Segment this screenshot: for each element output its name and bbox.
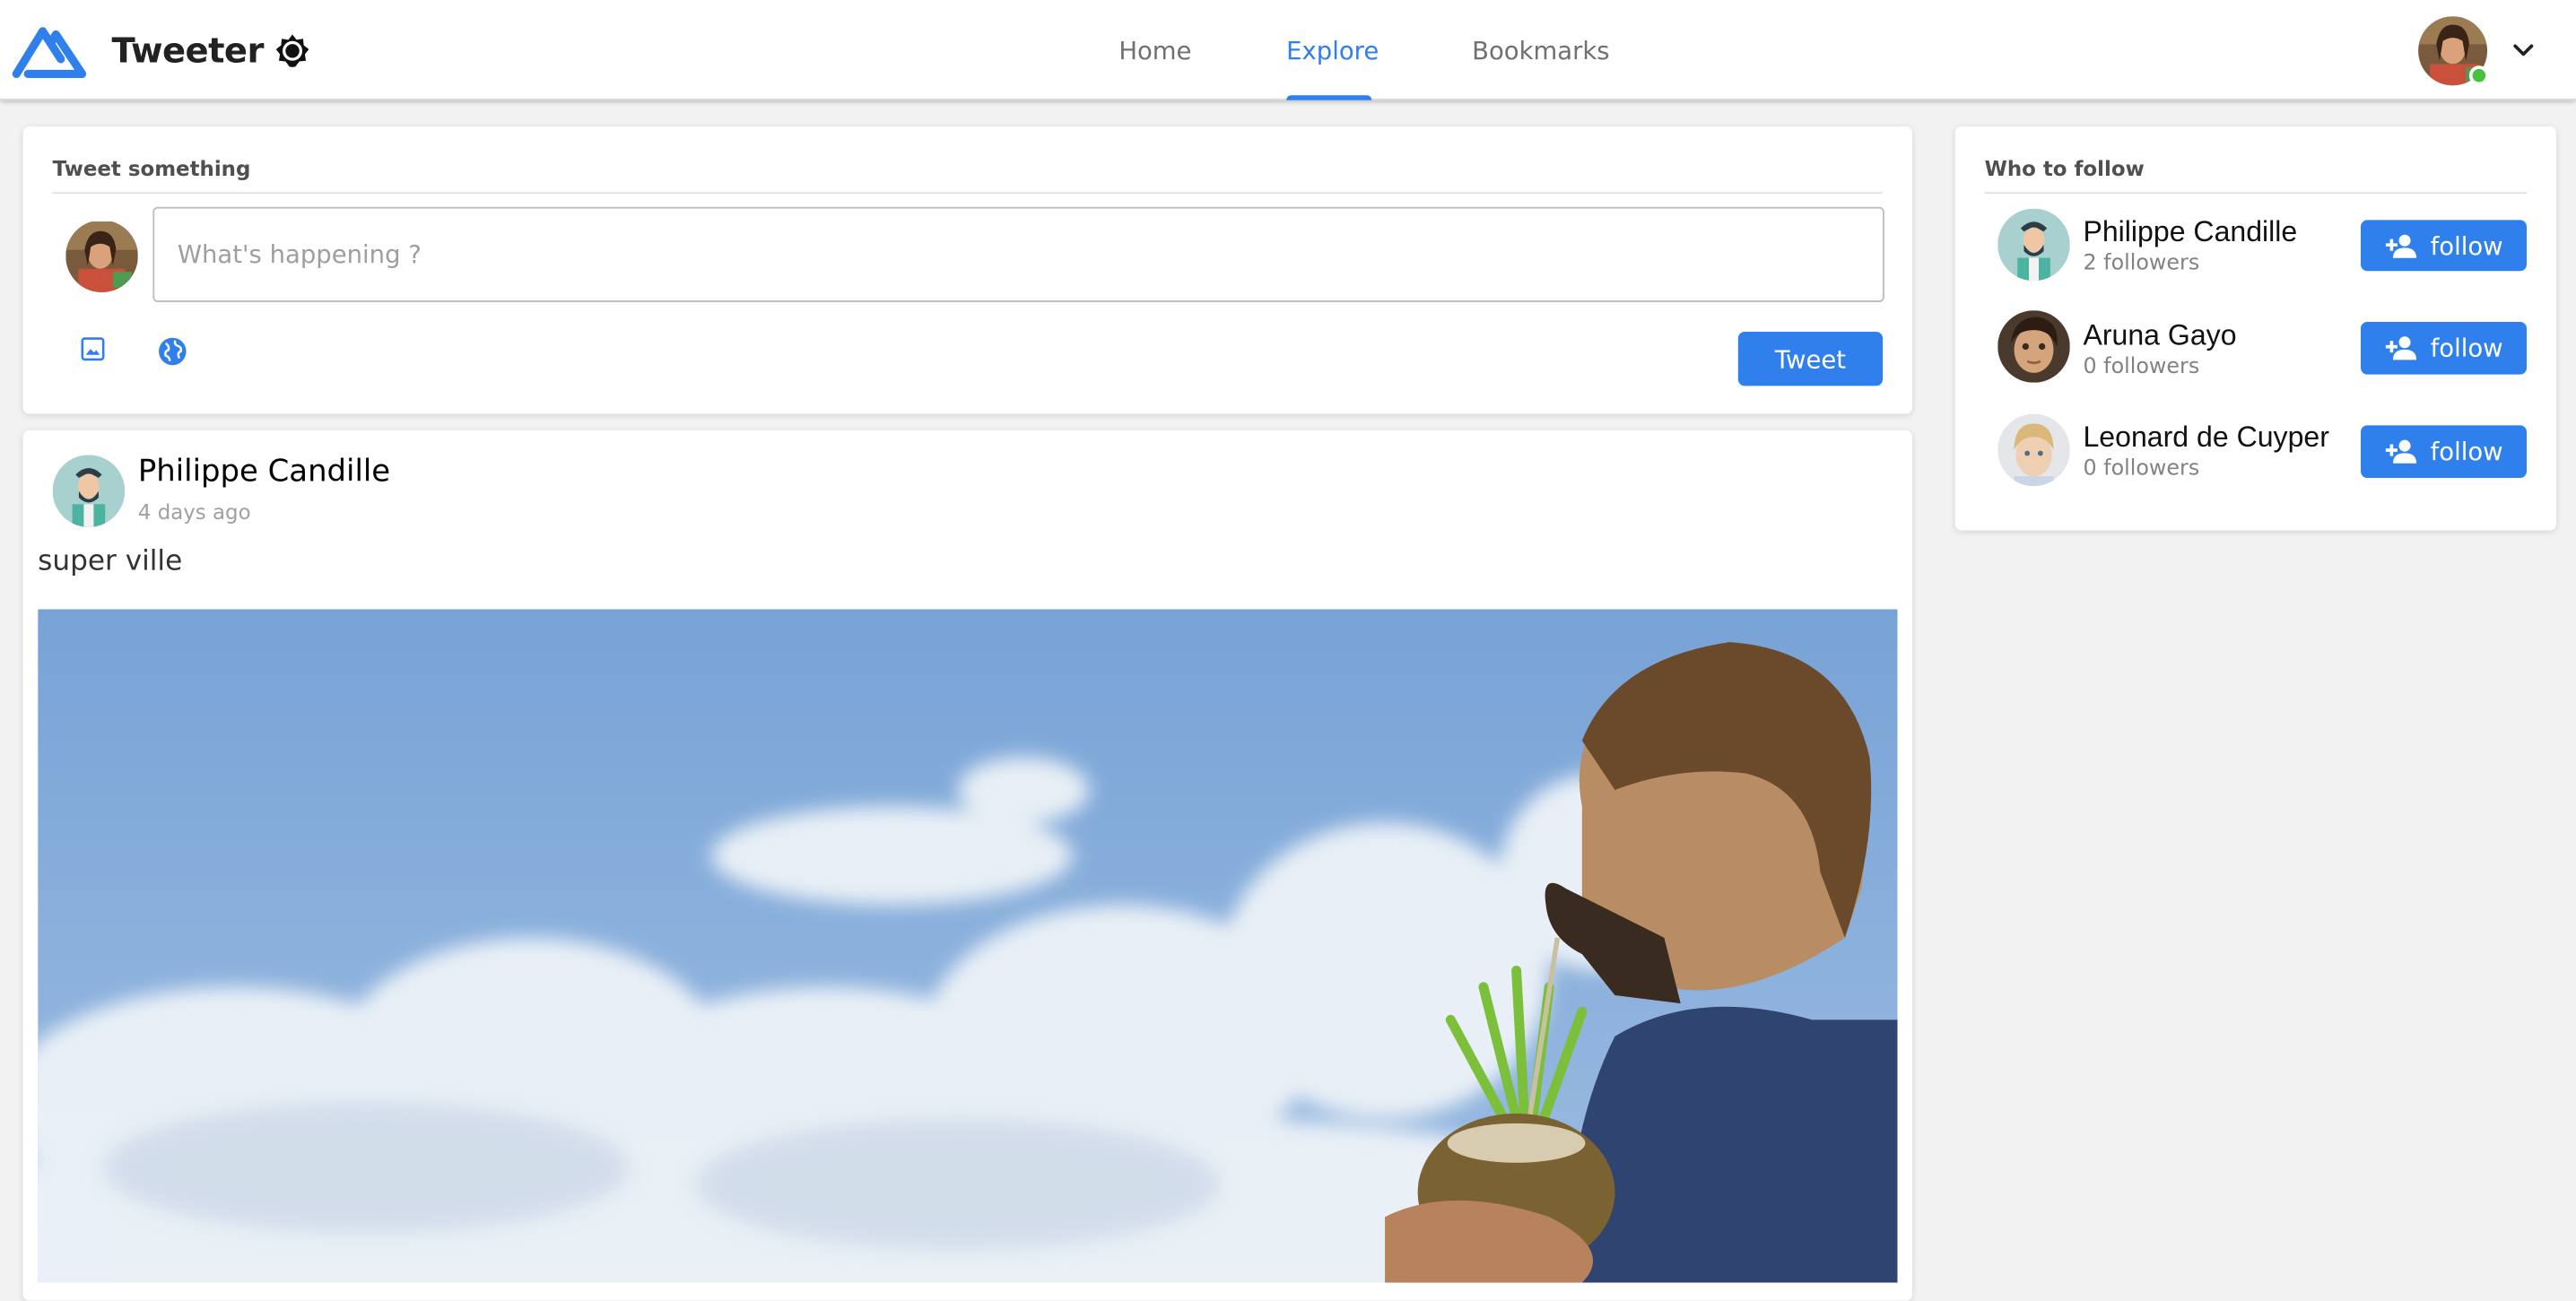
tab-explore[interactable]: Explore <box>1286 36 1379 65</box>
tweeter-logo-icon[interactable] <box>12 23 87 79</box>
follow-button-label: follow <box>2430 230 2503 261</box>
divider <box>1984 192 2528 195</box>
post-author-avatar[interactable] <box>52 455 126 527</box>
follow-button-label: follow <box>2430 333 2503 363</box>
post-image[interactable] <box>38 609 1898 1283</box>
add-person-icon <box>2386 439 2417 464</box>
follower-count: 2 followers <box>2083 251 2200 276</box>
online-status-indicator <box>2468 65 2489 86</box>
post-author-name[interactable]: Philippe Candille <box>138 455 390 489</box>
user-avatar[interactable] <box>1997 413 2070 487</box>
chevron-down-icon[interactable] <box>2509 36 2538 65</box>
post-timestamp: 4 days ago <box>137 499 251 525</box>
user-name[interactable]: Philippe Candille <box>2083 215 2297 249</box>
active-tab-indicator <box>1286 95 1372 100</box>
user-name[interactable]: Aruna Gayo <box>2083 318 2236 352</box>
brand-name[interactable]: Tweeter <box>112 31 265 71</box>
tweet-input[interactable] <box>152 206 1884 303</box>
theme-toggle-icon[interactable] <box>273 31 312 71</box>
who-to-follow-card: Who to follow Philippe Candille 2 follow… <box>1954 126 2556 531</box>
tab-home[interactable]: Home <box>1118 36 1191 65</box>
user-avatar[interactable] <box>1997 208 2070 282</box>
follow-button[interactable]: follow <box>2361 321 2528 375</box>
tab-bookmarks[interactable]: Bookmarks <box>1472 36 1610 65</box>
divider <box>52 192 1884 195</box>
follower-count: 0 followers <box>2083 456 2200 481</box>
globe-icon[interactable] <box>156 335 189 369</box>
compose-avatar <box>65 220 138 293</box>
who-to-follow-title: Who to follow <box>1984 156 2145 181</box>
follow-button-label: follow <box>2430 437 2503 467</box>
tweet-button[interactable]: Tweet <box>1737 331 1884 386</box>
add-person-icon <box>2386 336 2417 360</box>
tweet-card: Philippe Candille 4 days ago super ville <box>22 429 1912 1301</box>
follower-count: 0 followers <box>2083 354 2200 380</box>
compose-title: Tweet something <box>52 156 251 181</box>
user-avatar[interactable] <box>1997 310 2070 383</box>
follow-button[interactable]: follow <box>2361 425 2528 478</box>
add-person-icon <box>2386 233 2417 257</box>
image-icon[interactable] <box>79 335 107 363</box>
user-name[interactable]: Leonard de Cuyper <box>2083 421 2328 455</box>
compose-card: Tweet something Tweet <box>22 126 1912 414</box>
post-text: super ville <box>38 545 183 578</box>
top-navigation-bar: Tweeter Home Explore Bookmarks <box>0 0 2576 100</box>
follow-button[interactable]: follow <box>2361 220 2528 272</box>
